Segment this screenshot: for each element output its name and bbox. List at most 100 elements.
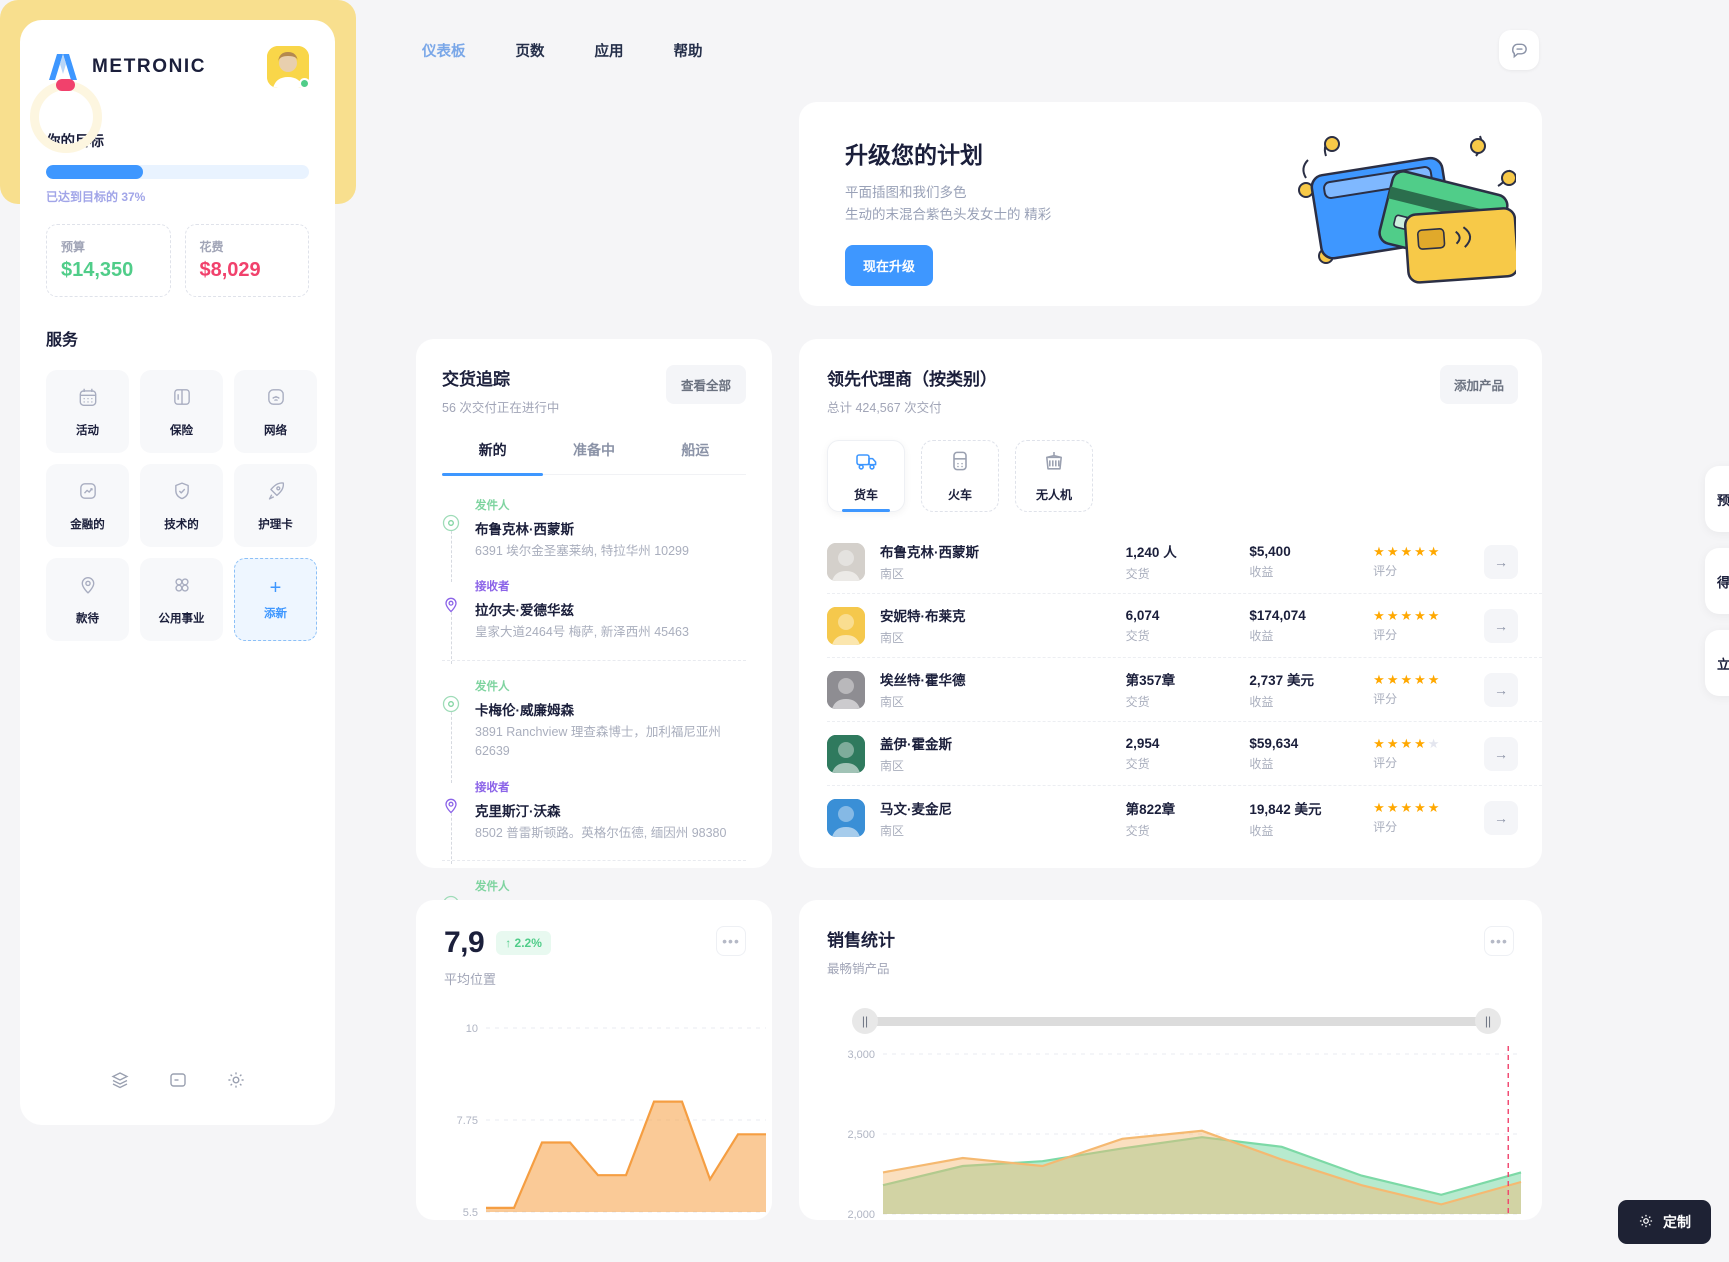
avg-heading-group: 7,9 ↑ 2.2% 平均位置 [444,926,551,988]
dots-horizontal-icon[interactable]: ••• [1484,926,1514,956]
arrow-right-icon[interactable]: → [1484,736,1518,771]
budget-stats: 预算 $14,350 花费 $8,029 [46,224,309,297]
gear-icon[interactable] [226,1070,246,1095]
receiver-pin-icon [442,796,460,814]
delivery-tracking-card: 交货追踪 56 次交付正在进行中 查看全部 新的 准备中 船运 发件人 布鲁克林·西… [416,339,772,918]
service-tile[interactable]: 技术的 [140,464,223,547]
service-tile[interactable]: 保险 [140,370,223,453]
peek-panel[interactable]: 预 [1705,466,1729,532]
agent-identity: 安妮特·布莱克 南区 [880,605,1126,646]
course-progress-donut [30,79,102,153]
star-icon: ★ [1414,735,1426,751]
service-tile[interactable]: 活动 [46,370,129,453]
agent-identity: 盖伊·霍金斯 南区 [880,733,1126,774]
mode-tab-火车[interactable]: 火车 [921,440,999,512]
slider-track[interactable] [861,1017,1492,1026]
dots-horizontal-icon[interactable]: ••• [716,926,746,956]
stat-label: 预算 [61,240,86,254]
user-avatar[interactable] [267,46,310,89]
delivery-value: 第822章 [1125,801,1176,817]
arrow-right-icon[interactable]: → [1484,544,1518,579]
service-tile-add[interactable]: + 添新 [234,558,317,641]
mode-label: 火车 [947,488,972,502]
agent-revenue-cell: $174,074 收益 [1249,608,1373,644]
agent-region: 南区 [880,567,905,581]
mode-tab-无人机[interactable]: 无人机 [1015,440,1093,512]
upgrade-now-button[interactable]: 现在升级 [845,244,934,286]
timeline-connector [450,612,452,664]
sales-range-slider[interactable]: || || [852,1008,1501,1034]
avatar [827,799,865,837]
agent-region: 南区 [880,695,905,709]
avatar [827,606,865,645]
top-navigation: 仪表板 页数 应用 帮助 [414,36,711,65]
svg-text:2,000: 2,000 [847,1209,875,1220]
service-tile[interactable]: 护理卡 [234,464,317,547]
calendar-icon [77,386,99,413]
agent-name: 盖伊·霍金斯 [880,737,952,752]
arrow-right-icon[interactable]: → [1484,801,1518,835]
tracking-header: 交货追踪 56 次交付正在进行中 查看全部 [442,365,746,416]
table-row: 埃丝特·霍华德 南区 第357章 交货 2,737 美元 收益 ★ ★ ★ ★ ★ 评分… [827,658,1542,722]
tracking-tab-准备中[interactable]: 准备中 [543,440,644,474]
service-tile[interactable]: 公用事业 [140,558,223,641]
service-label: 活动 [76,424,99,437]
star-icon: ★ [1400,543,1413,559]
star-icon: ★ [1386,671,1399,687]
service-tile[interactable]: 金融的 [46,464,129,547]
star-icon: ★ [1386,800,1399,815]
note-icon[interactable] [168,1070,188,1095]
star-icon: ★ [1373,607,1385,623]
chat-bubble-icon[interactable] [1499,30,1539,70]
agent-identity: 布鲁克林·西蒙斯 南区 [880,541,1126,582]
nav-item-页数[interactable]: 页数 [508,36,553,65]
agent-revenue-cell: $5,400 收益 [1249,544,1373,580]
stat-box: 花费 $8,029 [184,224,309,297]
add-product-button[interactable]: 添加产品 [1439,365,1518,404]
tracking-tab-新的[interactable]: 新的 [442,440,544,476]
timeline-name: 卡梅伦·威廉姆森 [475,702,574,718]
brand-logo[interactable]: METRONIC [46,52,206,82]
wallet-illustration-icon [1266,116,1520,292]
peek-panel[interactable]: 立 [1705,630,1729,696]
service-label: 技术的 [164,518,199,531]
nav-item-应用[interactable]: 应用 [587,36,632,65]
slider-knob-left[interactable]: || [852,1008,878,1034]
svg-text:2,500: 2,500 [847,1129,875,1141]
agent-region: 南区 [880,759,905,773]
timeline-connector [450,812,452,864]
arrow-right-icon[interactable]: → [1484,608,1518,643]
timeline-role: 发件人 [475,500,510,512]
view-all-button[interactable]: 查看全部 [665,365,746,404]
tracking-tab-船运[interactable]: 船运 [645,440,746,474]
arrow-right-icon[interactable]: → [1484,672,1518,707]
nav-item-帮助[interactable]: 帮助 [666,36,711,65]
sales-heading-group: 销售统计 最畅销产品 [827,926,895,977]
services-grid: 活动 保险 网络 金融的 技术的 护理卡 款待 公用事业 + 添新 [46,370,317,641]
layers-icon[interactable] [110,1070,130,1095]
rating-stars: ★ ★ ★ ★ ★ [1373,737,1484,750]
customize-button[interactable]: 定制 [1618,1200,1711,1244]
mode-tab-货车[interactable]: 货车 [827,440,905,512]
rating-caption: 评分 [1373,755,1398,770]
star-icon: ★ [1427,735,1440,751]
star-icon: ★ [1414,543,1426,559]
peek-panel[interactable]: 得 [1705,548,1729,614]
slider-knob-right[interactable]: || [1475,1008,1501,1034]
service-tile[interactable]: 网络 [234,370,317,453]
stat-box: 预算 $14,350 [46,224,171,297]
service-label: 保险 [170,424,193,437]
service-tile[interactable]: 款待 [46,558,129,641]
service-label: 金融的 [70,518,105,531]
nav-item-仪表板[interactable]: 仪表板 [414,36,474,65]
delivery-caption: 交货 [1125,823,1150,838]
agent-delivery-cell: 第357章 交货 [1126,669,1250,710]
brand-name: METRONIC [92,56,207,77]
tracking-tabs: 新的 准备中 船运 [442,440,746,476]
goal-progress-fill [46,165,144,179]
services-title: 服务 [46,332,79,349]
upgrade-subtitle-line2: 生动的末混合紫色头发女士的 精彩 [845,207,1052,223]
timeline-entry: 发件人 布鲁克林·西蒙斯 6391 埃尔金圣塞莱纳, 特拉华州 10299 [442,497,746,583]
wifi-icon [265,386,287,413]
rating-stars: ★ ★ ★ ★ ★ [1373,673,1484,686]
